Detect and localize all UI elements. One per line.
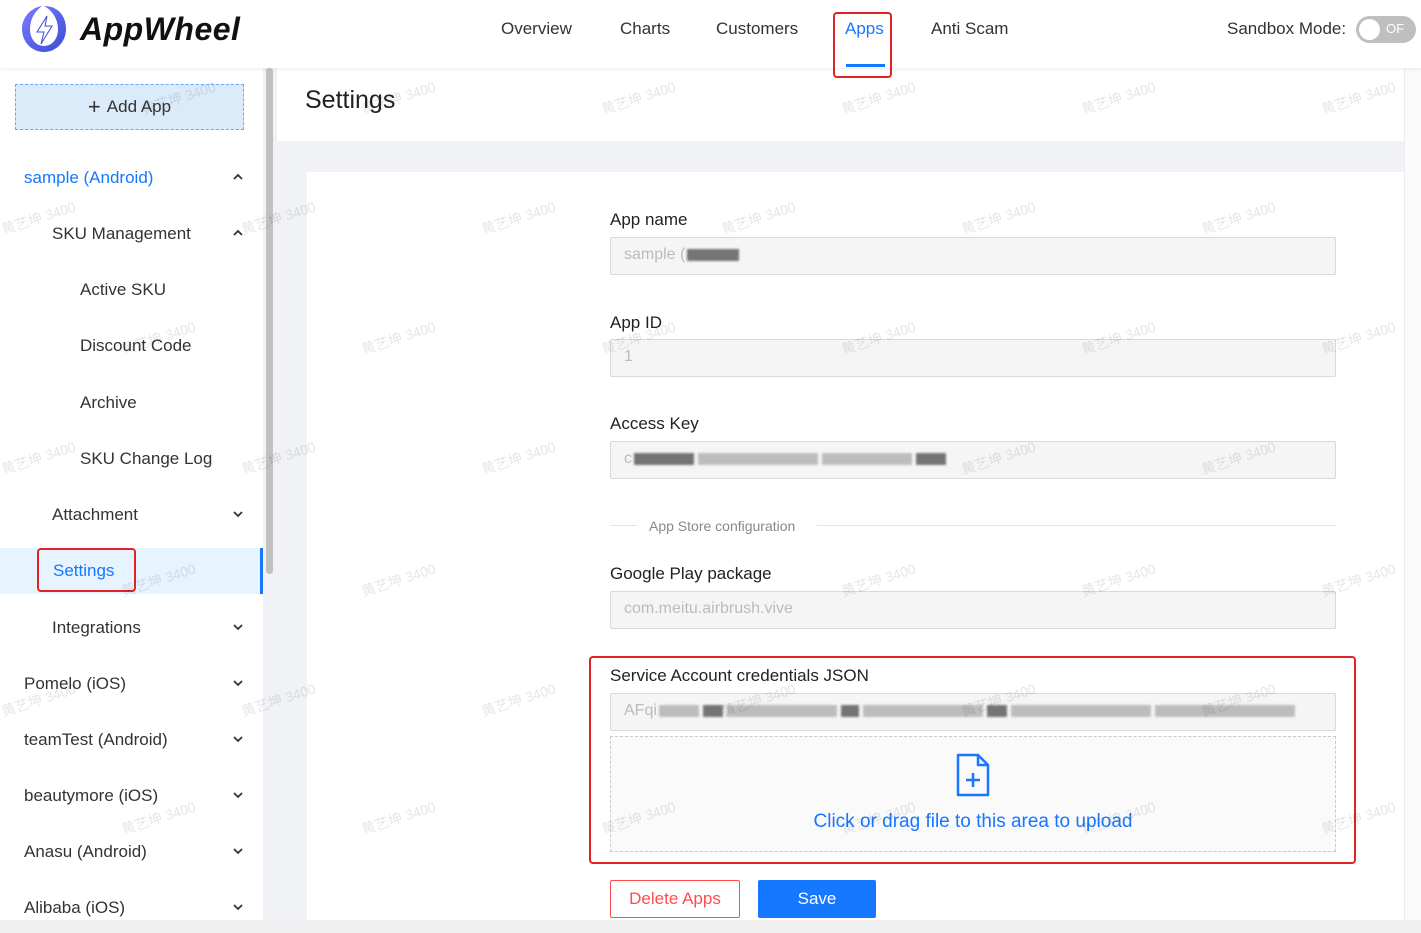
chevron-down-icon xyxy=(233,904,243,911)
page-title: Settings xyxy=(305,86,396,114)
app-name-field[interactable]: sample ( xyxy=(610,237,1336,275)
sandbox-mode-toggle[interactable]: OF xyxy=(1356,16,1416,43)
toggle-knob xyxy=(1359,19,1380,40)
upload-hint-text: Click or drag file to this area to uploa… xyxy=(813,811,1133,832)
sidebar-sku-management[interactable]: SKU Management xyxy=(0,211,263,257)
divider-left xyxy=(610,525,637,526)
redacted-mask xyxy=(658,704,699,717)
sandbox-mode-label: Sandbox Mode: xyxy=(1227,19,1347,38)
redacted-mask xyxy=(687,248,740,261)
nav-customers[interactable]: Customers xyxy=(716,19,798,39)
sidebar-attachment[interactable]: Attachment xyxy=(0,492,263,538)
redacted-mask xyxy=(916,452,946,465)
app-id-label: App ID xyxy=(610,313,662,332)
gp-package-label: Google Play package xyxy=(610,564,772,583)
sidebar-active-sku[interactable]: Active SKU xyxy=(0,267,263,313)
sidebar-sku-change-log[interactable]: SKU Change Log xyxy=(0,436,263,482)
sidebar: + Add App sample (Android) SKU Managemen… xyxy=(0,68,263,920)
nav-anti-scam[interactable]: Anti Scam xyxy=(931,19,1008,39)
chevron-down-icon xyxy=(233,624,243,631)
file-upload-dropzone[interactable]: Click or drag file to this area to uploa… xyxy=(610,736,1336,852)
sidebar-app-pomelo[interactable]: Pomelo (iOS) xyxy=(0,661,263,707)
sidebar-archive[interactable]: Archive xyxy=(0,380,263,426)
access-key-field[interactable]: c xyxy=(610,441,1336,479)
redacted-mask xyxy=(702,704,723,717)
plus-icon: + xyxy=(87,94,101,119)
sidebar-app-teamtest[interactable]: teamTest (Android) xyxy=(0,717,263,763)
sidebar-discount-code[interactable]: Discount Code xyxy=(0,323,263,369)
sidebar-app-beautymore[interactable]: beautymore (iOS) xyxy=(0,773,263,819)
chevron-up-icon xyxy=(233,229,243,236)
chevron-up-icon xyxy=(233,173,243,180)
sidebar-settings[interactable]: Settings xyxy=(0,548,263,594)
section-divider-label: App Store configuration xyxy=(649,518,796,534)
sidebar-scrollbar[interactable] xyxy=(266,68,273,574)
divider-right xyxy=(817,525,1336,526)
page-header: Settings xyxy=(277,68,1404,141)
file-add-icon xyxy=(956,753,990,797)
chevron-down-icon xyxy=(233,792,243,799)
redacted-mask xyxy=(822,452,912,465)
appwheel-logo-icon xyxy=(22,6,66,52)
service-account-field[interactable]: AFqi xyxy=(610,693,1336,731)
chevron-down-icon xyxy=(233,736,243,743)
app-name-label: App name xyxy=(610,210,688,229)
nav-active-indicator xyxy=(846,64,885,67)
brand-name: AppWheel xyxy=(80,10,241,47)
add-app-label: Add App xyxy=(106,97,172,116)
chevron-down-icon xyxy=(233,848,243,855)
redacted-mask xyxy=(862,704,983,717)
nav-overview[interactable]: Overview xyxy=(501,19,572,39)
nav-charts[interactable]: Charts xyxy=(620,19,670,39)
redacted-mask xyxy=(726,704,837,717)
nav-apps[interactable]: Apps xyxy=(845,19,884,39)
chevron-down-icon xyxy=(233,511,243,518)
service-account-label: Service Account credentials JSON xyxy=(610,666,869,685)
toggle-state-text: OF xyxy=(1386,21,1405,36)
brand-logo[interactable]: AppWheel xyxy=(20,4,240,54)
sidebar-integrations[interactable]: Integrations xyxy=(0,605,263,651)
redacted-mask xyxy=(986,704,1007,717)
chevron-down-icon xyxy=(233,680,243,687)
redacted-mask xyxy=(698,452,818,465)
redacted-mask xyxy=(840,704,859,717)
app-id-field[interactable]: 1 xyxy=(610,339,1336,377)
sidebar-app-sample[interactable]: sample (Android) xyxy=(0,155,263,201)
add-app-button[interactable]: + Add App xyxy=(15,84,244,130)
save-button[interactable]: Save xyxy=(758,880,876,918)
redacted-mask xyxy=(634,452,694,465)
redacted-mask xyxy=(1010,704,1151,717)
sidebar-app-anasu[interactable]: Anasu (Android) xyxy=(0,829,263,875)
bottom-scrollbar[interactable] xyxy=(0,920,1421,933)
page-scrollbar[interactable] xyxy=(1404,68,1421,920)
gp-package-field[interactable]: com.meitu.airbrush.vive xyxy=(610,591,1336,629)
redacted-mask xyxy=(1154,704,1295,717)
delete-apps-button[interactable]: Delete Apps xyxy=(610,880,740,918)
top-header: AppWheel Overview Charts Customers Apps … xyxy=(0,0,1421,68)
sidebar-app-alibaba[interactable]: Alibaba (iOS) xyxy=(0,885,263,920)
access-key-label: Access Key xyxy=(610,414,699,433)
